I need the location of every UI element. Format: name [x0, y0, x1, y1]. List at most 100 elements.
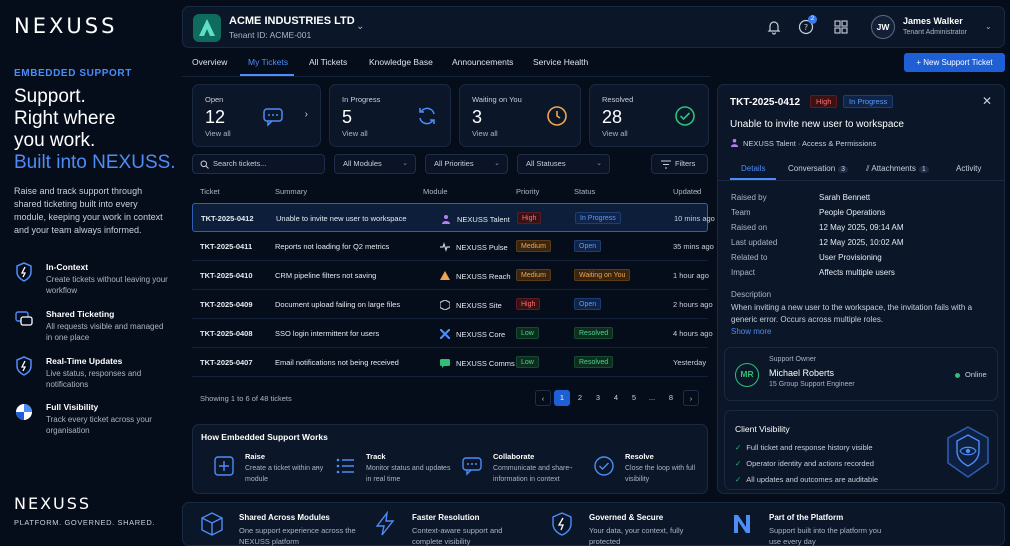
inbox-chat-icon: [263, 108, 283, 127]
chat-icon: [15, 311, 33, 326]
tab-all-tickets[interactable]: All Tickets: [309, 57, 347, 67]
stat-card-in-progress[interactable]: In Progress 5 View all: [329, 84, 451, 147]
check-circle-icon: [594, 456, 614, 476]
step-title: Track: [366, 452, 386, 461]
visibility-item: ✓ All updates and outcomes are auditable: [735, 475, 878, 484]
field-value: 12 May 2025, 10:02 AM: [819, 238, 904, 247]
col-status[interactable]: Status: [574, 187, 595, 196]
detail-ticket-id: TKT-2025-0412: [730, 97, 801, 108]
col-ticket[interactable]: Ticket: [200, 187, 220, 196]
view-all-link[interactable]: View all: [205, 129, 231, 138]
tab-conversation[interactable]: Conversation 3: [788, 164, 849, 173]
ticket-module: NEXUSS Reach: [440, 271, 511, 281]
new-support-ticket-button[interactable]: + New Support Ticket: [904, 53, 1005, 72]
table-row[interactable]: TKT-2025-0411 Reports not loading for Q2…: [192, 232, 714, 261]
next-page-button[interactable]: ›: [683, 390, 699, 406]
benefit-title: Governed & Secure: [589, 513, 664, 522]
page-5[interactable]: 5: [626, 390, 642, 406]
talent-module-icon: [442, 215, 450, 224]
col-summary[interactable]: Summary: [275, 187, 307, 196]
search-input[interactable]: Search tickets...: [192, 154, 325, 174]
nav-divider: [182, 76, 710, 77]
statuses-select[interactable]: All Statuses ⌄: [517, 154, 610, 174]
tab-label: Details: [741, 164, 766, 173]
description-label: Description: [731, 290, 772, 299]
select-value: All Priorities: [434, 159, 474, 168]
feature-title: Real-Time Updates: [46, 356, 123, 366]
status-badge: In Progress: [843, 95, 894, 108]
field-label: Impact: [731, 268, 756, 277]
avatar[interactable]: JW: [871, 15, 895, 39]
promo-intro: Raise and track support through shared t…: [14, 186, 163, 235]
user-name[interactable]: James Walker: [903, 16, 963, 26]
chevron-right-icon[interactable]: ›: [696, 187, 699, 196]
ticket-id: TKT-2025-0407: [200, 358, 253, 367]
table-row[interactable]: TKT-2025-0408 SSO login intermittent for…: [192, 319, 713, 348]
field-value: 12 May 2025, 09:14 AM: [819, 223, 904, 232]
tab-service-health[interactable]: Service Health: [533, 57, 588, 67]
status-badge: Resolved: [574, 356, 614, 368]
close-icon[interactable]: ✕: [982, 94, 992, 108]
view-all-link[interactable]: View all: [342, 129, 368, 138]
arrow-right-icon: →: [436, 461, 445, 471]
check-icon: ✓: [735, 443, 742, 452]
ticket-summary: CRM pipeline filters not saving: [275, 271, 377, 280]
owner-presence: Online: [965, 370, 987, 379]
feature-in-context: In-Context Create tickets without leavin…: [14, 262, 174, 302]
priorities-select[interactable]: All Priorities ⌄: [425, 154, 508, 174]
chevron-down-icon[interactable]: ⌄: [356, 21, 364, 32]
view-all-link[interactable]: View all: [602, 129, 628, 138]
status-badge: Open: [574, 298, 602, 310]
module-label: NEXUSS Talent: [457, 215, 510, 224]
view-all-link[interactable]: View all: [472, 129, 498, 138]
stat-card-waiting-on-you[interactable]: Waiting on You 3 View all: [459, 84, 581, 147]
page-3[interactable]: 3: [590, 390, 606, 406]
page-8[interactable]: 8: [663, 390, 679, 406]
stat-label: In Progress: [342, 95, 381, 104]
user-role: Tenant Administrator: [903, 29, 967, 36]
apps-grid-icon[interactable]: [833, 19, 849, 35]
client-visibility-card: Client Visibility ✓ Full ticket and respo…: [724, 410, 998, 490]
table-row[interactable]: TKT-2025-0409 Document upload failing on…: [192, 290, 713, 319]
list-icon: [336, 458, 354, 474]
page-2[interactable]: 2: [572, 390, 588, 406]
filters-button[interactable]: Filters: [651, 154, 708, 174]
ticket-summary: Reports not loading for Q2 metrics: [275, 242, 390, 251]
tab-announcements[interactable]: Announcements: [452, 57, 513, 67]
tab-attachments[interactable]: ⫽ Attachments 1: [866, 164, 929, 174]
col-module[interactable]: Module: [423, 187, 448, 196]
stat-card-resolved[interactable]: Resolved 28 View all: [589, 84, 709, 147]
step-resolve: Resolve Close the loop with full visibil…: [593, 451, 713, 487]
tab-knowledge-base[interactable]: Knowledge Base: [369, 57, 433, 67]
chevron-down-icon[interactable]: ⌄: [985, 22, 992, 31]
table-row[interactable]: TKT-2025-0407 Email notifications not be…: [192, 348, 708, 377]
ticket-module: NEXUSS Pulse: [440, 242, 508, 252]
filters-label: Filters: [675, 159, 696, 168]
benefit-part-of-platform: Part of the Platform Support built into …: [713, 503, 893, 546]
tab-overview[interactable]: Overview: [192, 57, 227, 67]
stat-count: 12: [205, 107, 226, 127]
stat-card-open[interactable]: Open 12 View all ›: [192, 84, 321, 147]
modules-select[interactable]: All Modules ⌄: [334, 154, 416, 174]
tab-activity[interactable]: Activity: [956, 164, 981, 173]
show-more-link[interactable]: Show more: [731, 327, 771, 336]
page-1[interactable]: 1: [554, 390, 570, 406]
table-row[interactable]: TKT-2025-0410 CRM pipeline filters not s…: [192, 261, 709, 290]
company-name[interactable]: ACME INDUSTRIES LTD: [229, 15, 355, 27]
hero-line: you work.: [14, 130, 96, 151]
status-badge: In Progress: [575, 212, 621, 224]
detail-meta-text: NEXUSS Talent · Access & Permissions: [743, 139, 877, 148]
priority-badge: High: [517, 212, 542, 224]
ticket-summary: Unable to invite new user to workspace: [276, 214, 407, 223]
chevron-right-icon[interactable]: ›: [305, 109, 308, 120]
prev-page-button[interactable]: ‹: [535, 390, 551, 406]
table-row[interactable]: TKT-2025-0412 Unable to invite new user …: [192, 203, 715, 232]
page-4[interactable]: 4: [608, 390, 624, 406]
company-logo[interactable]: [193, 14, 221, 42]
bell-icon[interactable]: [766, 19, 782, 35]
tab-label: Attachments: [871, 164, 916, 173]
tab-my-tickets[interactable]: My Tickets: [248, 57, 288, 67]
tab-details[interactable]: Details: [741, 164, 765, 173]
priority-badge: High: [516, 298, 541, 310]
col-priority[interactable]: Priority: [516, 187, 539, 196]
